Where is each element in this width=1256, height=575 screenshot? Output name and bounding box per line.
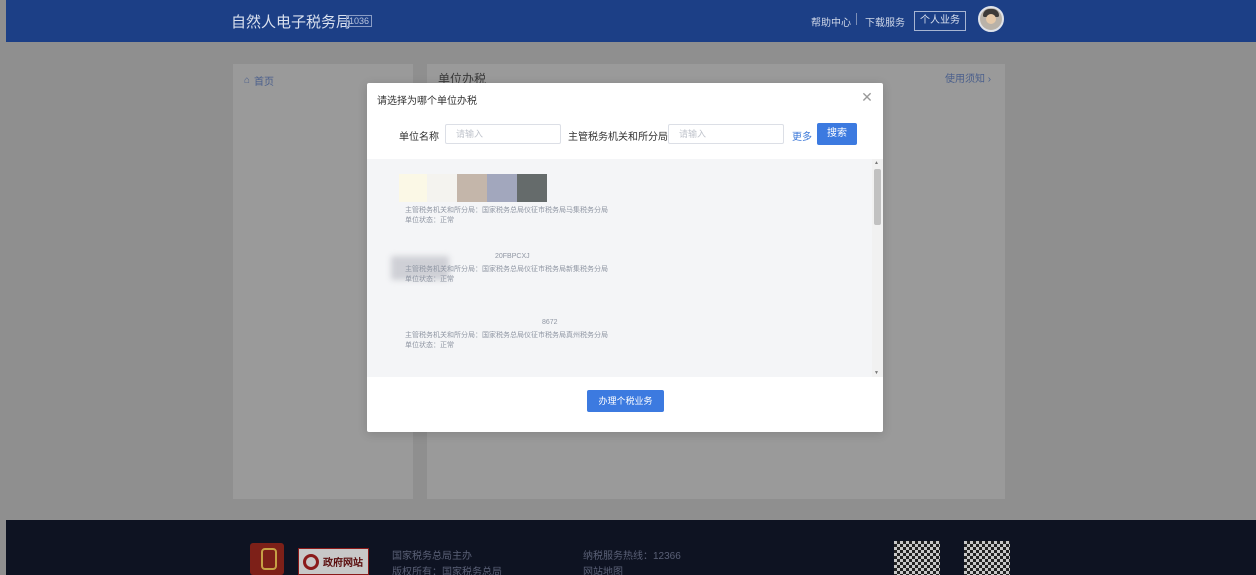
tax-office-text: 主管税务机关和所分局：国家税务总局仪征市税务局马集税务分局 — [405, 207, 608, 214]
gov-site-badge[interactable]: 政府网站 — [298, 548, 369, 575]
dialog-title: 请选择为哪个单位办税 — [377, 96, 477, 107]
scrollbar-thumb[interactable] — [874, 169, 881, 225]
company-name-label: 单位名称 — [399, 132, 439, 143]
company-list[interactable]: 主管税务机关和所分局：国家税务总局仪征市税务局马集税务分局 单位状态：正常 20… — [367, 159, 883, 377]
footer — [6, 520, 1256, 575]
qr-code-icon — [894, 541, 940, 575]
company-name-input[interactable] — [445, 124, 561, 144]
download-link[interactable]: 下载服务 — [865, 14, 905, 29]
list-item[interactable]: 20FBPCXJ 主管税务机关和所分局：国家税务总局仪征市税务局新集税务分局 单… — [391, 253, 831, 313]
company-select-dialog: 请选择为哪个单位办税 ✕ 单位名称 主管税务机关和所分局 更多 搜索 主管税务机… — [367, 83, 883, 432]
list-scrollbar[interactable]: ▲ ▼ — [872, 159, 883, 377]
close-icon[interactable]: ✕ — [859, 89, 875, 105]
tax-bureau-logo — [250, 543, 284, 575]
gov-site-ring-icon — [303, 553, 319, 570]
sidebar-item-home[interactable]: ⌂ 首页 — [244, 73, 274, 88]
gov-site-label: 政府网站 — [323, 558, 363, 569]
tax-office-input[interactable] — [668, 124, 784, 144]
top-header — [6, 0, 1256, 42]
site-brand[interactable]: 自然人电子税务局 — [231, 11, 351, 32]
list-item[interactable]: 主管税务机关和所分局：国家税务总局仪征市税务局马集税务分局 单位状态：正常 — [391, 167, 831, 227]
nav-divider — [856, 13, 857, 25]
sidebar-item-label: 首页 — [254, 77, 275, 88]
tax-office-label: 主管税务机关和所分局 — [568, 132, 668, 143]
personal-business-button[interactable]: 个人业务 — [914, 11, 966, 31]
credit-code-fragment: 20FBPCXJ — [495, 253, 530, 260]
credit-code-fragment: 8672 — [542, 319, 558, 326]
help-center-link[interactable]: 帮助中心 — [811, 14, 851, 29]
status-text: 单位状态：正常 — [405, 217, 454, 224]
avatar[interactable] — [978, 6, 1004, 32]
scroll-down-icon[interactable]: ▼ — [874, 370, 879, 376]
site-brand-badge: 1036 — [346, 15, 373, 27]
redacted-company-name — [399, 174, 547, 202]
home-icon: ⌂ — [244, 75, 251, 86]
usage-guide-link[interactable]: 使用须知 › — [945, 70, 991, 85]
scroll-up-icon[interactable]: ▲ — [874, 160, 879, 166]
status-text: 单位状态：正常 — [405, 276, 454, 283]
footer-sitemap-link[interactable]: 网站地图 — [583, 566, 623, 575]
handle-personal-tax-button[interactable]: 办理个税业务 — [587, 390, 664, 412]
status-text: 单位状态：正常 — [405, 342, 454, 349]
footer-copyright: 版权所有：国家税务总局 — [392, 567, 502, 575]
search-button[interactable]: 搜索 — [817, 123, 857, 145]
avatar-face — [986, 14, 996, 24]
qr-code-icon — [964, 541, 1010, 575]
list-item[interactable]: 8672 主管税务机关和所分局：国家税务总局仪征市税务局真州税务分局 单位状态：… — [391, 311, 831, 371]
footer-host: 国家税务总局主办 — [392, 551, 472, 562]
tax-office-text: 主管税务机关和所分局：国家税务总局仪征市税务局真州税务分局 — [405, 332, 608, 339]
more-filters-link[interactable]: 更多 — [792, 128, 812, 143]
tax-office-text: 主管税务机关和所分局：国家税务总局仪征市税务局新集税务分局 — [405, 266, 608, 273]
footer-hotline: 纳税服务热线：12366 — [583, 551, 681, 562]
